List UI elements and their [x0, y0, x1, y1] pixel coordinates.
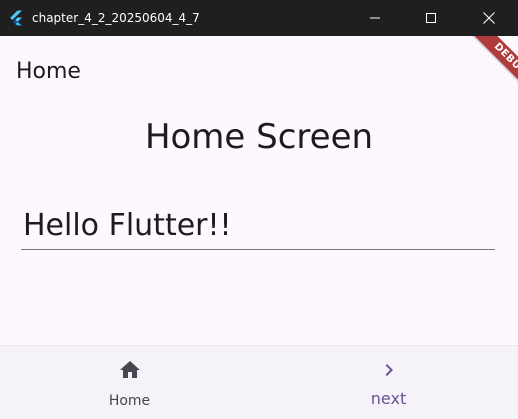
minimize-button[interactable] — [352, 0, 398, 36]
minimize-icon — [370, 17, 380, 19]
close-button[interactable] — [466, 0, 512, 36]
appbar-title: Home — [16, 59, 81, 84]
text-input-field[interactable] — [21, 196, 495, 250]
close-icon — [483, 12, 495, 24]
home-icon — [119, 361, 140, 378]
maximize-icon — [426, 13, 436, 23]
maximize-button[interactable] — [408, 0, 454, 36]
page-title: Home Screen — [144, 117, 374, 157]
chevron-right-icon — [385, 364, 393, 376]
window-title: chapter_4_2_20250604_4_7 — [32, 11, 200, 25]
debug-banner-label: DEBUG — [461, 36, 518, 109]
bottom-navigation-bar: Home next — [0, 345, 518, 419]
nav-item-next[interactable]: next — [259, 346, 518, 419]
nav-item-home[interactable]: Home — [0, 346, 259, 419]
flutter-logo-icon — [8, 10, 24, 26]
app-body: Home DEBUG Home Screen Home next — [0, 36, 518, 419]
nav-item-next-label: next — [370, 389, 407, 408]
window-titlebar[interactable]: chapter_4_2_20250604_4_7 — [0, 0, 518, 36]
nav-item-home-label: Home — [108, 393, 151, 409]
debug-banner: DEBUG — [438, 36, 518, 116]
